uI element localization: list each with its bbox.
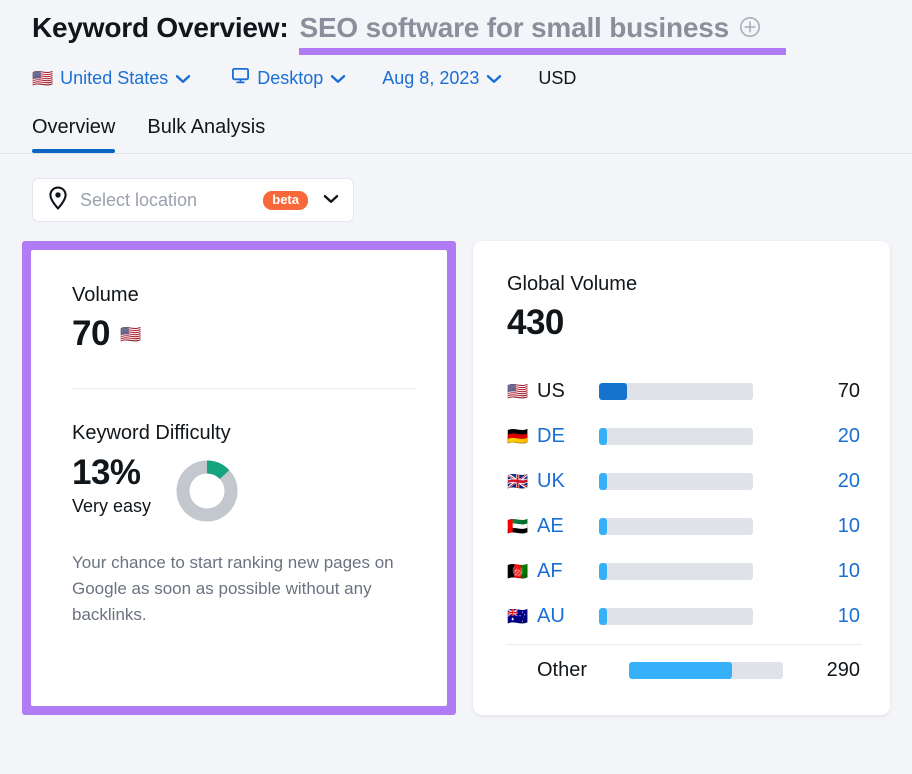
keyword-difficulty-row: 13% Very easy xyxy=(72,453,417,528)
page-title: Keyword Overview: xyxy=(32,12,289,43)
global-volume-value-row: 430 xyxy=(507,303,862,343)
meta-filters-row: 🇺🇸 United States Desktop Aug 8, 2023 USD xyxy=(32,66,912,90)
device-label: Desktop xyxy=(257,67,324,88)
keyword-difficulty-donut-chart xyxy=(175,459,239,528)
global-volume-divider xyxy=(507,644,862,646)
volume-bar-fill xyxy=(599,473,607,491)
volume-value-label: 10 xyxy=(837,515,860,538)
volume-label: Volume xyxy=(72,284,139,307)
device-selector[interactable]: Desktop xyxy=(231,66,346,90)
global-volume-row-de[interactable]: 🇩🇪 DE 20 xyxy=(507,414,862,459)
country-code-label: AE xyxy=(537,515,564,538)
currency-value: USD xyxy=(538,67,577,88)
volume-value-label: 290 xyxy=(826,659,860,682)
location-pin-icon xyxy=(47,186,69,215)
tab-bar-divider xyxy=(0,153,912,155)
date-selector[interactable]: Aug 8, 2023 xyxy=(382,68,502,89)
tabs: Overview Bulk Analysis xyxy=(0,116,912,154)
chevron-down-icon xyxy=(323,191,339,209)
country-label: United States xyxy=(60,67,169,88)
location-placeholder: Select location xyxy=(80,189,198,210)
us-flag-icon: 🇺🇸 xyxy=(119,324,142,344)
country-selector[interactable]: 🇺🇸 United States xyxy=(32,68,191,89)
keyword-display: SEO software for small business xyxy=(299,10,787,56)
volume-value-label: 20 xyxy=(837,470,860,493)
title-row: Keyword Overview: SEO software for small… xyxy=(32,10,912,56)
country-code-label: UK xyxy=(537,470,565,493)
plus-circle-icon[interactable] xyxy=(739,16,761,43)
page-header: Keyword Overview: SEO software for small… xyxy=(0,0,912,90)
date-label: Aug 8, 2023 xyxy=(382,67,480,88)
keyword-difficulty-value: 13% xyxy=(72,453,141,493)
global-volume-row-uk[interactable]: 🇬🇧 UK 20 xyxy=(507,459,862,504)
card-divider xyxy=(72,388,417,390)
volume-bar-fill xyxy=(599,428,607,446)
chevron-down-icon xyxy=(486,68,502,89)
volume-value: 70 xyxy=(72,314,110,354)
country-flag-icon: 🇦🇪 xyxy=(507,517,529,537)
volume-value-row: 70 🇺🇸 xyxy=(72,314,417,354)
country-code-label: Other xyxy=(537,659,588,682)
us-flag-icon: 🇺🇸 xyxy=(32,68,54,88)
volume-value-label: 70 xyxy=(837,380,860,403)
volume-value-label: 10 xyxy=(837,605,860,628)
location-select[interactable]: Select location beta xyxy=(32,178,354,223)
tab-overview[interactable]: Overview xyxy=(32,116,116,154)
country-code-label: AU xyxy=(537,605,565,628)
keyword-highlight-underline xyxy=(299,48,787,56)
volume-bar-track xyxy=(599,383,753,401)
volume-bar-fill xyxy=(599,563,607,581)
global-volume-label: Global Volume xyxy=(507,273,638,296)
volume-bar-track xyxy=(599,428,753,446)
volume-bar-fill xyxy=(599,383,627,401)
chevron-down-icon xyxy=(330,68,346,89)
volume-card-highlight: Volume 70 🇺🇸 Keyword Difficulty 13% Very… xyxy=(22,241,456,716)
global-volume-row-au[interactable]: 🇦🇺 AU 10 xyxy=(507,594,862,639)
chevron-down-icon xyxy=(175,68,191,89)
tab-bar: Overview Bulk Analysis xyxy=(0,116,912,155)
volume-bar-track xyxy=(599,473,753,491)
global-volume-value: 430 xyxy=(507,303,564,343)
keyword-difficulty-verdict: Very easy xyxy=(72,496,152,517)
country-flag-icon: 🇬🇧 xyxy=(507,472,529,492)
keyword-overview-page: Keyword Overview: SEO software for small… xyxy=(0,0,912,774)
country-flag-icon: 🇺🇸 xyxy=(507,382,529,402)
volume-bar-track xyxy=(599,563,753,581)
country-code-label: US xyxy=(537,380,565,403)
volume-bar-fill xyxy=(629,662,733,680)
global-volume-country-list: 🇺🇸 US 70 🇩🇪 DE 20 🇬🇧 UK 20 🇦🇪 AE 10 🇦🇫 AF 10 🇦🇺 AU 10 Othe… xyxy=(507,369,862,693)
volume-value-label: 10 xyxy=(837,560,860,583)
keyword-difficulty-description: Your chance to start ranking new pages o… xyxy=(72,553,394,625)
monitor-icon xyxy=(231,66,250,90)
volume-card: Volume 70 🇺🇸 Keyword Difficulty 13% Very… xyxy=(31,250,447,707)
country-flag-icon: 🇦🇫 xyxy=(507,562,529,582)
country-flag-icon: 🇩🇪 xyxy=(507,427,529,447)
volume-value-label: 20 xyxy=(837,425,860,448)
country-code-label: DE xyxy=(537,425,565,448)
keyword-difficulty-label: Keyword Difficulty xyxy=(72,422,231,445)
cards-row: Volume 70 🇺🇸 Keyword Difficulty 13% Very… xyxy=(0,241,912,716)
global-volume-row-af[interactable]: 🇦🇫 AF 10 xyxy=(507,549,862,594)
global-volume-row-ae[interactable]: 🇦🇪 AE 10 xyxy=(507,504,862,549)
country-flag-icon: 🇦🇺 xyxy=(507,607,529,627)
beta-badge: beta xyxy=(263,190,308,211)
volume-bar-track xyxy=(599,608,753,626)
keyword-difficulty-values: 13% Very easy xyxy=(72,453,151,517)
global-volume-row-us[interactable]: 🇺🇸 US 70 xyxy=(507,369,862,414)
global-volume-card: Global Volume 430 🇺🇸 US 70 🇩🇪 DE 20 🇬🇧 UK 20 🇦🇪 AE… xyxy=(473,241,890,716)
volume-bar-track xyxy=(599,518,753,536)
currency-label: USD xyxy=(538,68,576,89)
keyword-text: SEO software for small business xyxy=(299,12,729,43)
keyword-difficulty-block: Keyword Difficulty 13% Very easy Your ch… xyxy=(72,422,417,627)
global-volume-row-other: Other 290 xyxy=(507,648,862,693)
volume-bar-fill xyxy=(599,608,607,626)
volume-bar-fill xyxy=(599,518,607,536)
country-code-label: AF xyxy=(537,560,563,583)
tab-bulk-analysis[interactable]: Bulk Analysis xyxy=(147,116,265,153)
volume-bar-track xyxy=(629,662,783,680)
